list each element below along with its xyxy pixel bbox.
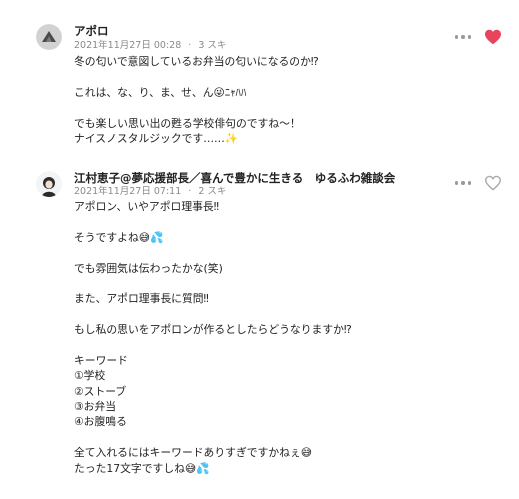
heart-icon xyxy=(485,29,501,45)
meta-separator: · xyxy=(188,186,192,197)
comment-like-count[interactable]: 2 スキ xyxy=(198,186,226,197)
comment-text-line: これは、な、り、ま、せ、ん😜ﾆｬﾊﾊ xyxy=(74,85,247,99)
comment-text-line: 全て入れるにはキーワードありすぎですかねぇ😅 xyxy=(74,446,312,460)
more-options-button[interactable] xyxy=(455,177,471,189)
comment-text-line: ③お弁当 xyxy=(74,400,117,414)
comment-text-line: ④お腹鳴る xyxy=(74,415,127,429)
comment-date: 2021年11月27日 07:11 xyxy=(74,186,182,197)
comment-text-line: また、アポロ理事長に質問‼ xyxy=(74,292,209,306)
avatar[interactable] xyxy=(36,171,62,197)
comment-like-count[interactable]: 3 スキ xyxy=(198,40,226,51)
comment-meta: 2021年11月27日 07:11 · 2 スキ xyxy=(74,186,226,198)
comment-text-line: 冬の匂いで意図しているお弁当の匂いになるのか⁉ xyxy=(74,55,319,68)
comment-date: 2021年11月27日 00:28 xyxy=(74,40,182,51)
heart-icon xyxy=(484,175,502,191)
comment-meta: 2021年11月27日 00:28 · 3 スキ xyxy=(74,40,226,52)
comment-text-line: ナイスノスタルジックです……✨ xyxy=(74,131,239,145)
more-options-button[interactable] xyxy=(455,31,471,43)
avatar[interactable] xyxy=(36,24,62,50)
meta-separator: · xyxy=(188,40,192,51)
like-button[interactable] xyxy=(484,175,502,191)
more-dots-icon xyxy=(455,35,459,39)
comment-text-line: キーワード xyxy=(74,353,128,367)
comment-text-line: もし私の思いをアポロンが作るとしたらどうなりますか⁉ xyxy=(74,323,352,337)
comment-text-line: そうですよね😅💦 xyxy=(74,230,164,244)
comment-author[interactable]: 江村恵子@夢応援部長／喜んで豊かに生きる ゆるふわ雑談会 xyxy=(74,171,395,185)
comment-text-line: アポロン、いやアポロ理事長‼ xyxy=(74,200,219,213)
more-dots-icon xyxy=(455,181,459,185)
avatar-image xyxy=(36,24,62,50)
like-button[interactable] xyxy=(484,29,502,45)
comment-text-line: たった17文字ですしね😅💦 xyxy=(74,461,210,475)
avatar-image xyxy=(36,171,62,197)
comment-text-line: でも雰囲気は伝わったかな(笑) xyxy=(74,261,223,275)
comment-body: 冬の匂いで意図しているお弁当の匂いになるのか⁉ これは、な、り、ま、せ、ん😜ﾆｬﾊ… xyxy=(74,54,319,146)
comment-text-line: でも楽しい思い出の甦る学校俳句のですね～！ xyxy=(74,116,301,130)
comment-text-line: ②ストーブ xyxy=(74,384,127,398)
comment-body: アポロン、いやアポロ理事長‼ そうですよね😅💦 でも雰囲気は伝わったかな(笑) また、… xyxy=(74,199,352,476)
comment-author[interactable]: アポロ xyxy=(74,24,109,38)
comment-text-line: ①学校 xyxy=(74,369,106,383)
